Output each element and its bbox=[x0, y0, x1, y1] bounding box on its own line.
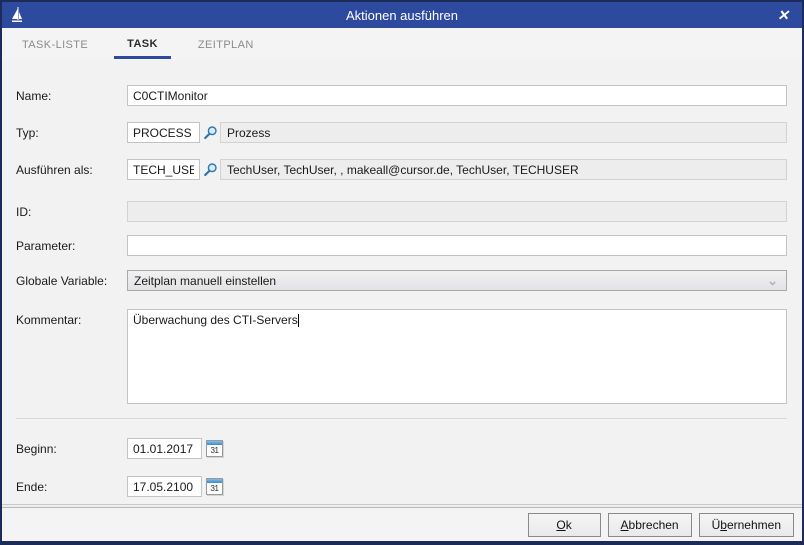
calendar-icon-number: 31 bbox=[207, 483, 222, 494]
name-label: Name: bbox=[16, 89, 127, 103]
ende-date-input[interactable] bbox=[127, 476, 202, 497]
window-title: Aktionen ausführen bbox=[2, 8, 802, 23]
sailboat-icon bbox=[2, 6, 32, 24]
globale-variable-select[interactable]: Zeitplan manuell einstellen ⌄ bbox=[127, 270, 787, 291]
title-bar: Aktionen ausführen ✕ bbox=[2, 2, 802, 28]
id-label: ID: bbox=[16, 205, 127, 219]
abbrechen-button[interactable]: Abbrechen bbox=[608, 513, 692, 537]
parameter-input[interactable] bbox=[127, 235, 787, 256]
close-icon[interactable]: ✕ bbox=[770, 2, 796, 28]
ausfuehren-als-row: Ausführen als: TechUser, TechUser, , mak… bbox=[16, 159, 787, 180]
tab-strip: TASK-LISTE TASK ZEITPLAN bbox=[2, 28, 802, 60]
typ-display-field: Prozess bbox=[220, 122, 787, 143]
ok-button[interactable]: Ok bbox=[528, 513, 601, 537]
tab-zeitplan[interactable]: ZEITPLAN bbox=[198, 31, 254, 57]
beginn-row: Beginn: 31 bbox=[16, 438, 787, 459]
tab-task[interactable]: TASK bbox=[114, 30, 171, 59]
section-divider bbox=[16, 418, 787, 419]
typ-row: Typ: Prozess bbox=[16, 122, 787, 143]
calendar-icon[interactable]: 31 bbox=[206, 478, 223, 495]
globale-variable-label: Globale Variable: bbox=[16, 274, 127, 288]
tab-task-liste[interactable]: TASK-LISTE bbox=[22, 31, 88, 57]
name-input[interactable] bbox=[127, 85, 787, 106]
ausfuehren-als-display-field: TechUser, TechUser, , makeall@cursor.de,… bbox=[220, 159, 787, 180]
kommentar-label: Kommentar: bbox=[16, 309, 127, 327]
magnifier-icon[interactable] bbox=[200, 162, 220, 177]
id-row: ID: bbox=[16, 201, 787, 222]
ende-label: Ende: bbox=[16, 480, 127, 494]
ende-row: Ende: 31 bbox=[16, 476, 787, 497]
dialog-window: Aktionen ausführen ✕ TASK-LISTE TASK ZEI… bbox=[0, 0, 804, 545]
form-content: Name: Typ: Prozess Ausführen als: bbox=[2, 85, 802, 497]
globale-variable-row: Globale Variable: Zeitplan manuell einst… bbox=[16, 270, 787, 291]
footer: Ok Abbrechen Übernehmen bbox=[2, 504, 802, 541]
calendar-icon-number: 31 bbox=[207, 445, 222, 456]
globale-variable-value: Zeitplan manuell einstellen bbox=[134, 274, 276, 288]
kommentar-textarea[interactable]: Überwachung des CTI-Servers bbox=[127, 309, 787, 404]
id-input bbox=[127, 201, 787, 222]
typ-code-input[interactable] bbox=[127, 122, 200, 143]
parameter-row: Parameter: bbox=[16, 235, 787, 256]
beginn-date-input[interactable] bbox=[127, 438, 202, 459]
text-caret bbox=[298, 314, 299, 327]
parameter-label: Parameter: bbox=[16, 239, 127, 253]
ausfuehren-als-code-input[interactable] bbox=[127, 159, 200, 180]
kommentar-row: Kommentar: Überwachung des CTI-Servers bbox=[16, 309, 787, 404]
calendar-icon[interactable]: 31 bbox=[206, 440, 223, 457]
kommentar-text: Überwachung des CTI-Servers bbox=[133, 313, 298, 327]
chevron-down-icon: ⌄ bbox=[767, 273, 778, 289]
typ-label: Typ: bbox=[16, 126, 127, 140]
uebernehmen-button[interactable]: Übernehmen bbox=[699, 513, 794, 537]
button-bar: Ok Abbrechen Übernehmen bbox=[2, 508, 802, 541]
beginn-label: Beginn: bbox=[16, 442, 127, 456]
name-row: Name: bbox=[16, 85, 787, 106]
magnifier-icon[interactable] bbox=[200, 125, 220, 140]
ausfuehren-als-label: Ausführen als: bbox=[16, 163, 127, 177]
